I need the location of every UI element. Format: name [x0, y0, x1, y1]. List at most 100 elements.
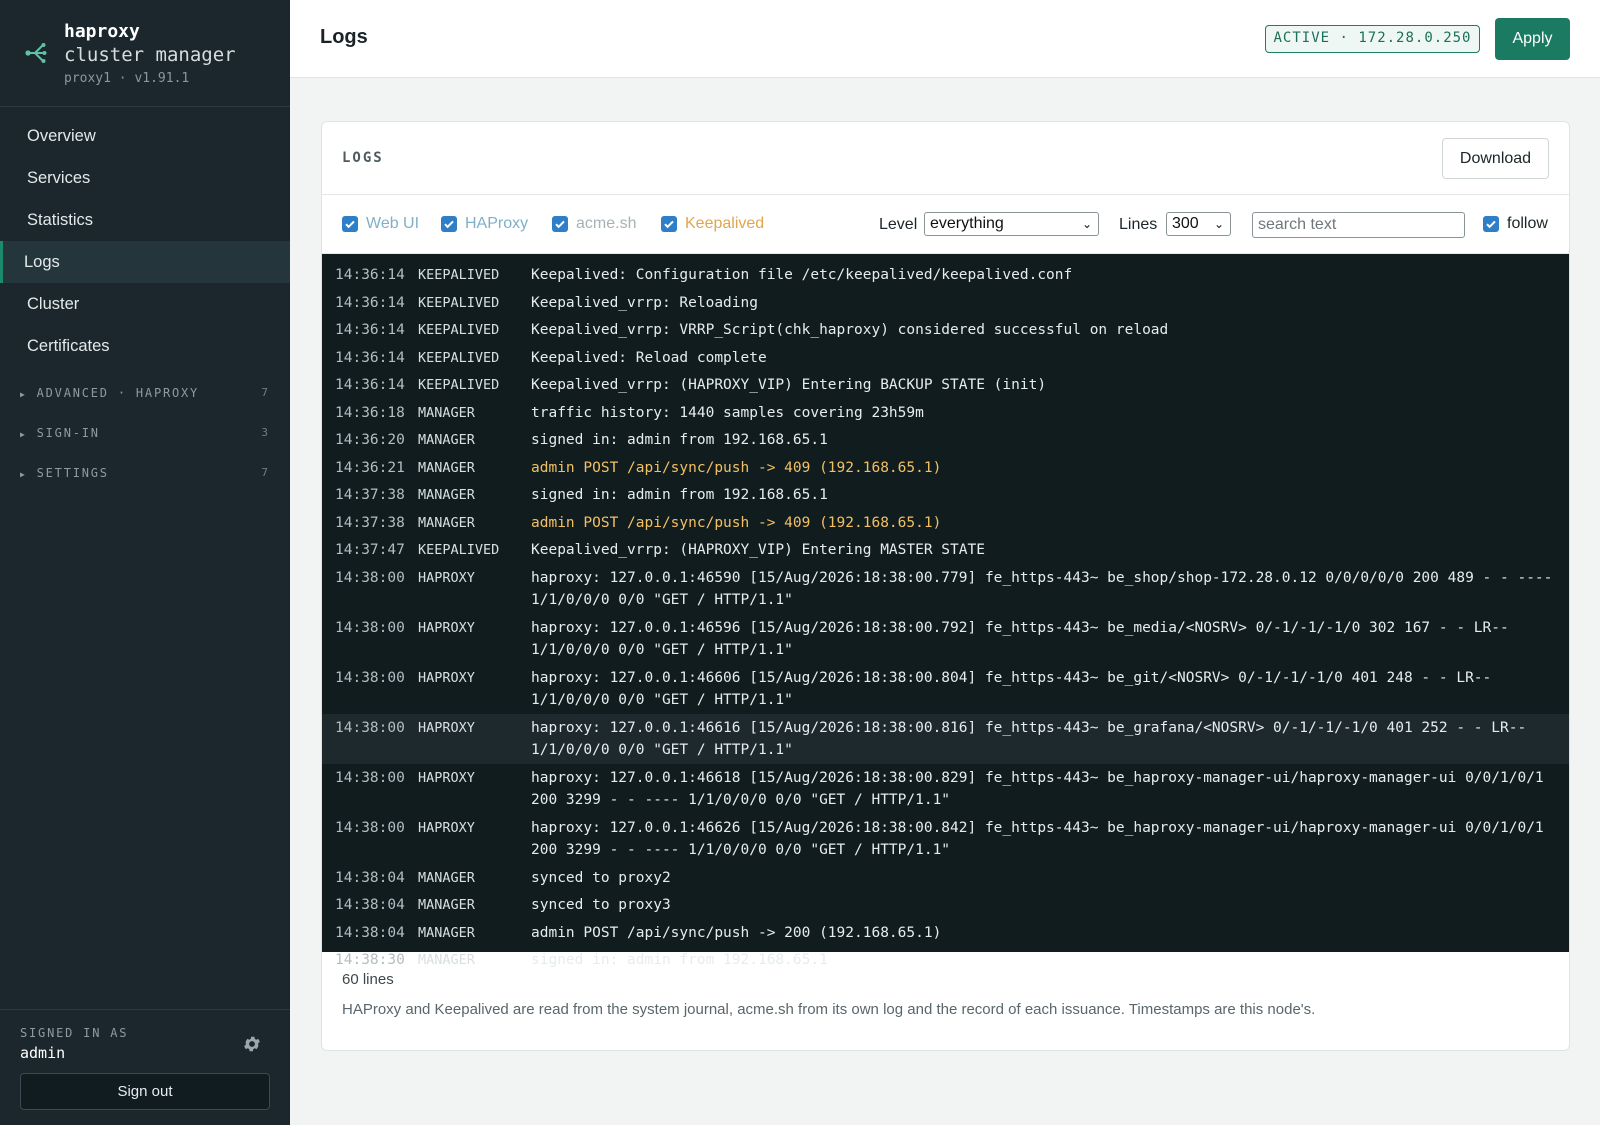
nav-group-settings[interactable]: ▶ SETTINGS 7 [0, 453, 290, 493]
log-source: HAPROXY [418, 569, 475, 586]
lines-select-value: 300 [1172, 215, 1199, 232]
checkbox-checked-icon[interactable] [441, 216, 457, 232]
nav-item-certificates[interactable]: Certificates [0, 325, 290, 367]
log-output[interactable]: 14:36:14 KEEPALIVED Keepalived: Configurat… [322, 254, 1569, 968]
log-message: Keepalived: Configuration file /etc/keep… [531, 267, 1073, 283]
log-source: MANAGER [418, 487, 475, 503]
caret-right-icon: ▶ [20, 390, 27, 399]
nav-item-overview[interactable]: Overview [0, 115, 290, 157]
gear-icon[interactable] [242, 1034, 262, 1054]
source-filter-haproxy[interactable]: HAProxy [441, 215, 528, 233]
log-message: Keepalived_vrrp: Reloading [531, 294, 758, 311]
log-source: HAPROXY [418, 619, 475, 636]
signed-in-label: SIGNED IN AS [20, 1026, 129, 1040]
log-row: 14:38:30 MANAGER signed in: admin from 192… [322, 946, 1569, 974]
log-source: KEEPALIVED [418, 542, 500, 558]
log-timestamp: 14:36:20 [335, 432, 405, 448]
log-timestamp: 14:36:18 [335, 404, 405, 421]
log-timestamp: 14:37:38 [335, 487, 405, 503]
log-row: 14:36:14 KEEPALIVED Keepalived_vrrp: VRRP_… [322, 316, 1569, 344]
nav-group-count: 7 [261, 386, 268, 399]
log-source: HAPROXY [418, 769, 475, 786]
lines-select[interactable]: 300 ⌄ [1166, 212, 1231, 236]
log-timestamp: 14:36:21 [335, 459, 405, 476]
log-row: 14:36:18 MANAGER traffic history: 1440 sam… [322, 399, 1569, 427]
log-timestamp: 14:38:00 [335, 769, 405, 786]
log-message: haproxy: 127.0.0.1:46626 [15/Aug/2026:18… [531, 819, 1553, 859]
source-filter-label: HAProxy [465, 215, 529, 232]
log-message: admin POST /api/sync/push -> 409 (192.16… [531, 459, 942, 476]
nav-group-advanced-haproxy[interactable]: ▶ ADVANCED · HAPROXY 7 [0, 373, 290, 413]
signed-in-user: admin [20, 1044, 66, 1062]
log-timestamp: 14:36:14 [335, 377, 405, 393]
level-select[interactable]: everything ⌄ [924, 212, 1099, 236]
nav-group-label: ADVANCED · HAPROXY [36, 386, 200, 400]
log-filters: Web UI HAProxy acme.sh Keepalived Level … [322, 195, 1569, 254]
checkbox-checked-icon[interactable] [552, 216, 568, 232]
nav-item-cluster[interactable]: Cluster [0, 283, 290, 325]
source-filter-acme-sh[interactable]: acme.sh [552, 215, 636, 233]
brand: haproxy cluster manager proxy1 · v1.91.1 [0, 0, 290, 107]
log-source: MANAGER [418, 404, 475, 421]
download-button[interactable]: Download [1442, 138, 1549, 179]
log-source: HAPROXY [418, 719, 475, 736]
log-timestamp: 14:37:38 [335, 514, 405, 531]
caret-right-icon: ▶ [20, 430, 27, 439]
chevron-down-icon: ⌄ [1081, 217, 1092, 231]
log-source: MANAGER [418, 432, 475, 448]
log-message: Keepalived_vrrp: (HAPROXY_VIP) Entering … [531, 542, 985, 558]
log-message: Keepalived: Reload complete [531, 349, 767, 366]
log-timestamp: 14:38:00 [335, 619, 405, 636]
lines-label: Lines [1119, 216, 1158, 233]
caret-right-icon: ▶ [20, 470, 27, 479]
log-timestamp: 14:38:30 [335, 952, 405, 968]
nav-group-sign-in[interactable]: ▶ SIGN-IN 3 [0, 413, 290, 453]
brand-subtitle: cluster manager [64, 44, 236, 66]
card-title: LOGS [342, 150, 384, 166]
log-row: 14:38:00 HAPROXY haproxy: 127.0.0.1:46618 … [322, 764, 1569, 814]
checkbox-checked-icon[interactable] [1483, 216, 1499, 232]
nav-item-services[interactable]: Services [0, 157, 290, 199]
checkbox-checked-icon[interactable] [342, 216, 358, 232]
source-filter-label: Keepalived [685, 215, 765, 232]
log-message: admin POST /api/sync/push -> 409 (192.16… [531, 514, 942, 531]
log-source: KEEPALIVED [418, 349, 500, 366]
follow-toggle[interactable]: follow [1483, 215, 1548, 233]
log-row: 14:37:47 KEEPALIVED Keepalived_vrrp: (HAPR… [322, 536, 1569, 564]
nav-group-count: 7 [261, 466, 268, 479]
log-row: 14:38:00 HAPROXY haproxy: 127.0.0.1:46590 … [322, 564, 1569, 614]
top-bar: Logs ACTIVE · 172.28.0.250 Apply [290, 0, 1600, 78]
log-timestamp: 14:36:14 [335, 349, 405, 366]
level-select-value: everything [930, 215, 1004, 232]
log-timestamp: 14:36:14 [335, 322, 405, 338]
checkbox-checked-icon[interactable] [661, 216, 677, 232]
follow-label: follow [1507, 215, 1548, 232]
log-source: MANAGER [418, 869, 475, 886]
brand-name: haproxy [64, 21, 140, 42]
source-filter-label: Web UI [366, 215, 420, 232]
log-message: signed in: admin from 192.168.65.1 [531, 432, 828, 448]
log-message: synced to proxy3 [531, 897, 671, 913]
log-timestamp: 14:38:04 [335, 924, 405, 941]
search-input[interactable] [1252, 212, 1465, 238]
sidebar: haproxy cluster manager proxy1 · v1.91.1… [0, 0, 290, 1125]
log-row: 14:38:00 HAPROXY haproxy: 127.0.0.1:46626 … [322, 814, 1569, 864]
apply-button[interactable]: Apply [1495, 18, 1570, 60]
source-filter-label: acme.sh [576, 215, 637, 232]
nav-item-logs[interactable]: Logs [0, 241, 290, 283]
sign-out-button[interactable]: Sign out [20, 1073, 270, 1110]
log-message: admin POST /api/sync/push -> 200 (192.16… [531, 924, 942, 941]
source-filter-keepalived[interactable]: Keepalived [661, 215, 764, 233]
source-filter-web-ui[interactable]: Web UI [342, 215, 419, 233]
nav-item-statistics[interactable]: Statistics [0, 199, 290, 241]
log-row: 14:36:14 KEEPALIVED Keepalived_vrrp: Reloa… [322, 289, 1569, 317]
log-source: KEEPALIVED [418, 377, 500, 393]
line-count: 60 lines [342, 971, 394, 988]
log-timestamp: 14:38:00 [335, 719, 405, 736]
log-row: 14:37:38 MANAGER admin POST /api/sync/push… [322, 509, 1569, 537]
chevron-down-icon: ⌄ [1213, 217, 1224, 231]
brand-version: proxy1 · v1.91.1 [64, 71, 190, 86]
card-header: LOGS Download [322, 122, 1569, 195]
log-message: haproxy: 127.0.0.1:46616 [15/Aug/2026:18… [531, 719, 1535, 759]
log-timestamp: 14:38:04 [335, 869, 405, 886]
